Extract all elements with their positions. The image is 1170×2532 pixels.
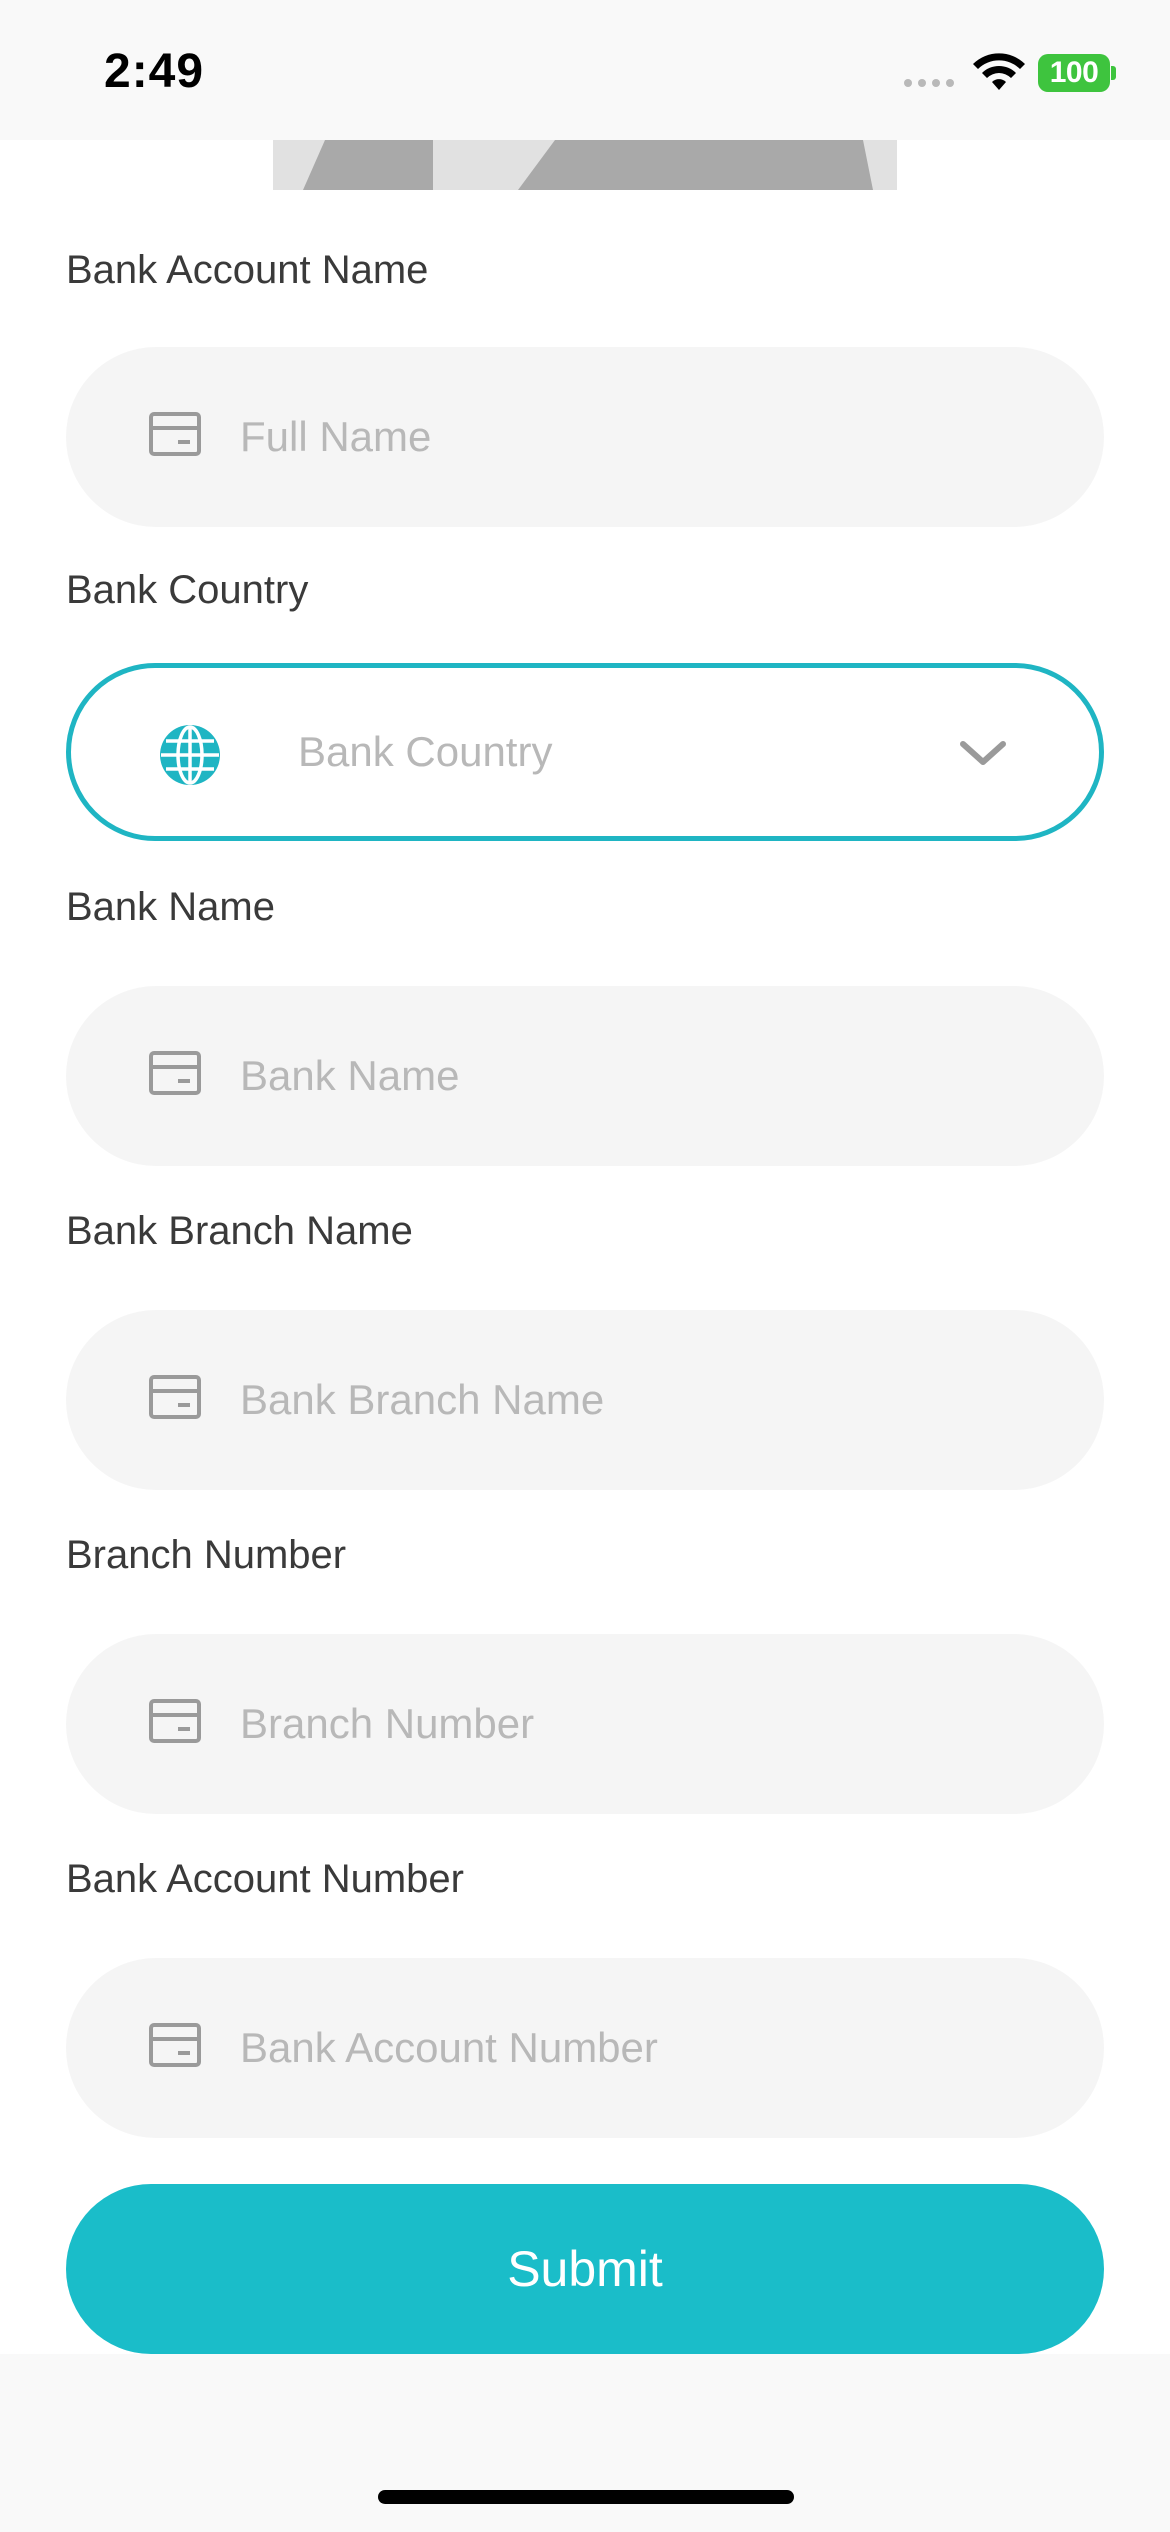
bank-country-select[interactable]: Bank Country <box>66 663 1104 841</box>
chevron-down-icon[interactable] <box>957 736 1009 770</box>
branch-number-label: Branch Number <box>66 1533 347 1577</box>
submit-button[interactable]: Submit <box>66 2184 1104 2354</box>
card-icon <box>149 1051 201 1095</box>
bank-name-input[interactable]: Bank Name <box>66 986 1104 1166</box>
bottom-safe-area <box>0 2354 1170 2532</box>
cellular-signal-icon <box>904 79 954 87</box>
bank-branch-name-label: Bank Branch Name <box>66 1209 413 1253</box>
bank-account-number-label: Bank Account Number <box>66 1857 464 1901</box>
header-image <box>273 140 897 190</box>
branch-number-input[interactable]: Branch Number <box>66 1634 1104 1814</box>
bank-account-name-label: Bank Account Name <box>66 248 429 292</box>
bank-name-label: Bank Name <box>66 885 275 929</box>
battery-icon: 100 <box>1038 54 1110 92</box>
card-icon <box>149 2023 201 2067</box>
card-icon <box>149 1375 201 1419</box>
card-icon <box>149 1699 201 1743</box>
bank-account-number-input[interactable]: Bank Account Number <box>66 1958 1104 2138</box>
status-bar: 2:49 100 <box>0 0 1170 140</box>
bank-country-placeholder: Bank Country <box>298 728 553 775</box>
bank-account-name-input[interactable]: Full Name <box>66 347 1104 527</box>
bank-country-label: Bank Country <box>66 568 309 612</box>
wifi-icon <box>973 53 1025 90</box>
battery-nub <box>1111 66 1116 80</box>
bank-branch-name-input[interactable]: Bank Branch Name <box>66 1310 1104 1490</box>
globe-icon <box>160 725 220 785</box>
status-time: 2:49 <box>104 45 205 98</box>
bank-branch-name-placeholder: Bank Branch Name <box>240 1376 605 1423</box>
home-indicator[interactable] <box>378 2490 794 2504</box>
branch-number-placeholder: Branch Number <box>240 1700 535 1747</box>
bank-account-number-placeholder: Bank Account Number <box>240 2024 658 2071</box>
bank-account-name-placeholder: Full Name <box>240 413 432 460</box>
battery-level: 100 <box>1049 56 1099 89</box>
card-icon <box>149 412 201 456</box>
bank-name-placeholder: Bank Name <box>240 1052 460 1099</box>
